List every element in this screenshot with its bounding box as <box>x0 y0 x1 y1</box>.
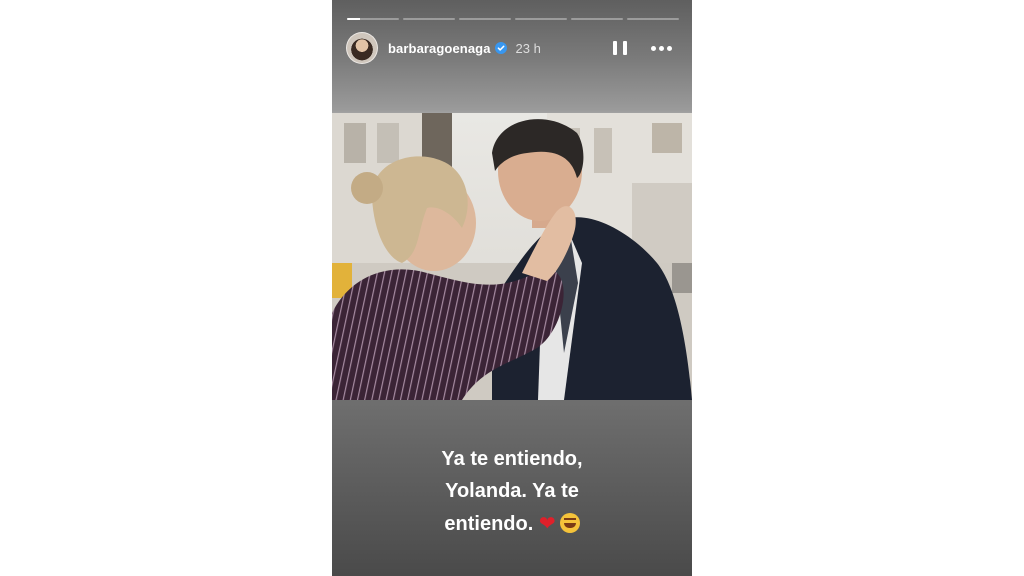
progress-segment <box>627 18 679 20</box>
username-link[interactable]: barbaragoenaga <box>388 41 491 56</box>
progress-segment <box>347 18 399 20</box>
photo-illustration <box>332 113 692 400</box>
story-header: barbaragoenaga 23 h <box>346 32 672 64</box>
story-caption: Ya te entiendo, Yolanda. Ya te entiendo.… <box>332 443 692 540</box>
caption-line-last: entiendo. ❤ <box>332 507 692 540</box>
red-heart-emoji: ❤ <box>538 511 556 535</box>
pause-icon <box>613 41 617 55</box>
story-progress-bar <box>347 18 679 21</box>
progress-segment <box>459 18 511 20</box>
caption-line: Yolanda. Ya te <box>445 480 579 502</box>
story-viewer[interactable]: barbaragoenaga 23 h Ya te entiendo, Yola… <box>332 0 692 576</box>
progress-segment <box>403 18 455 20</box>
time-ago: 23 h <box>515 40 541 56</box>
avatar[interactable] <box>346 32 378 64</box>
rolling-on-floor-laughing-emoji <box>559 513 580 533</box>
caption-line: Ya te entiendo, <box>441 448 583 470</box>
more-options-icon <box>659 45 664 51</box>
more-options-button[interactable] <box>651 40 672 56</box>
more-options-icon <box>651 45 656 51</box>
story-photo <box>332 113 692 400</box>
verified-badge-icon <box>494 42 507 54</box>
pause-button[interactable] <box>613 40 627 56</box>
progress-segment <box>515 18 567 20</box>
pause-icon <box>623 41 627 55</box>
more-options-icon <box>667 45 672 51</box>
caption-line: entiendo. <box>444 513 534 535</box>
progress-segment <box>571 18 623 20</box>
